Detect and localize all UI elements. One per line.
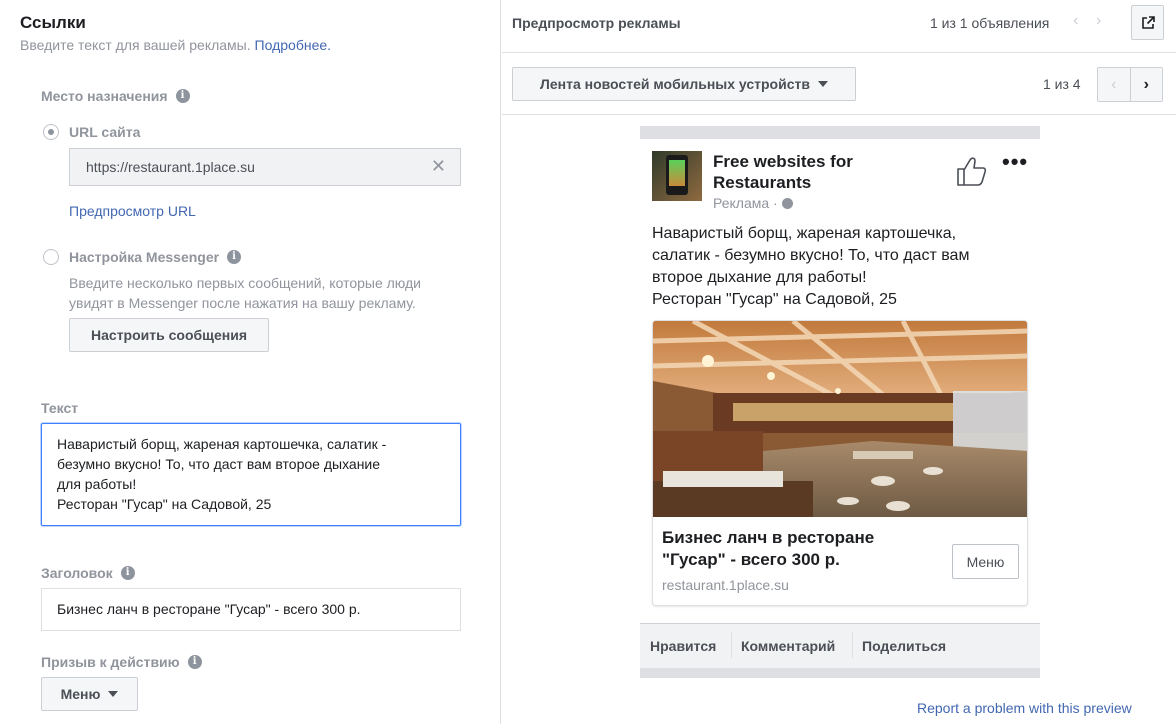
links-section-title: Ссылки: [20, 13, 86, 32]
info-icon[interactable]: i: [187, 655, 202, 669]
cta-select[interactable]: Меню: [41, 677, 138, 711]
placement-pager: ‹ ›: [1097, 67, 1163, 102]
link-card[interactable]: Бизнес ланч в ресторане "Гусар" - всего …: [652, 320, 1028, 606]
cta-label-text: Призыв к действию: [41, 654, 180, 670]
links-section-subtitle-text: Введите текст для вашей рекламы.: [20, 37, 251, 53]
headline-input[interactable]: Бизнес ланч в ресторане "Гусар" - всего …: [41, 588, 461, 631]
page-name: Free websites for Restaurants: [713, 152, 853, 192]
setup-messages-button[interactable]: Настроить сообщения: [69, 318, 269, 352]
website-url-input[interactable]: https://restaurant.1place.su ✕: [69, 148, 461, 186]
messenger-label-text: Настройка Messenger: [69, 249, 220, 265]
ad-body-text: Наваристый борщ, жареная картошечка, сал…: [652, 225, 970, 308]
messenger-description: Введите несколько первых сообщений, кото…: [69, 275, 421, 311]
prev-placement-button[interactable]: ‹: [1098, 68, 1131, 101]
divider: [502, 114, 1176, 115]
chevron-right-icon: ›: [1143, 75, 1149, 93]
sponsored-label: Реклама ·: [713, 195, 793, 211]
chevron-right-icon[interactable]: ›: [1096, 12, 1101, 30]
sponsored-text: Реклама ·: [713, 195, 778, 211]
destination-label: Место назначения i: [41, 88, 190, 104]
restaurant-photo: [653, 321, 1027, 517]
headline-label: Заголовок i: [41, 565, 135, 581]
preview-title: Предпросмотр рекламы: [512, 15, 681, 31]
divider: [731, 632, 732, 658]
card-cta-button[interactable]: Меню: [952, 544, 1019, 579]
destination-label-text: Место назначения: [41, 88, 168, 104]
text-label: Текст: [41, 400, 79, 416]
cta-label: Призыв к действию i: [41, 654, 202, 670]
card-headline: Бизнес ланч в ресторане "Гусар" - всего …: [662, 528, 875, 569]
preview-url-link[interactable]: Предпросмотр URL: [69, 203, 196, 219]
info-icon[interactable]: i: [227, 250, 242, 264]
placement-count: 1 из 4: [1043, 76, 1081, 92]
website-url-label: URL сайта: [69, 124, 141, 140]
divider: [502, 52, 1176, 53]
website-url-value: https://restaurant.1place.su: [86, 159, 255, 175]
website-url-radio[interactable]: [43, 124, 59, 140]
chevron-left-icon: ‹: [1111, 75, 1117, 93]
messenger-label: Настройка Messenger i: [69, 249, 242, 265]
placement-select[interactable]: Лента новостей мобильных устройств: [512, 67, 856, 101]
next-placement-button[interactable]: ›: [1130, 68, 1162, 101]
like-icon: [957, 157, 987, 186]
ad-text-textarea[interactable]: Наваристый борщ, жареная картошечка, сал…: [41, 423, 461, 526]
feed-bottom-bar: [640, 668, 1040, 678]
ad-editor-panel: Ссылки Введите текст для вашей рекламы. …: [0, 0, 501, 724]
ad-preview-panel: Предпросмотр рекламы 1 из 1 объявления ‹…: [502, 0, 1176, 724]
restaurant-photo-illustration: [653, 321, 1027, 517]
page-avatar: [652, 151, 702, 201]
caret-down-icon: [817, 81, 828, 87]
links-section-subtitle: Введите текст для вашей рекламы. Подробн…: [20, 37, 331, 53]
more-options-icon[interactable]: •••: [1002, 149, 1028, 175]
open-external-button[interactable]: [1131, 5, 1164, 40]
messenger-radio[interactable]: [43, 249, 59, 265]
headline-label-text: Заголовок: [41, 565, 113, 581]
like-action[interactable]: Нравится: [650, 638, 716, 654]
placement-value: Лента новостей мобильных устройств: [540, 76, 810, 92]
phone-screen: [669, 160, 685, 186]
ad-preview: Free websites for Restaurants Реклама · …: [640, 139, 1040, 623]
share-action[interactable]: Поделиться: [862, 638, 946, 654]
caret-down-icon: [108, 691, 119, 697]
divider: [852, 632, 853, 658]
chevron-left-icon[interactable]: ‹: [1073, 12, 1078, 30]
comment-action[interactable]: Комментарий: [741, 638, 835, 654]
external-link-icon: [1141, 15, 1155, 29]
globe-icon: [781, 197, 793, 209]
learn-more-link[interactable]: Подробнее.: [255, 37, 332, 53]
cta-selected-value: Меню: [60, 686, 101, 702]
feed-top-bar: [640, 126, 1040, 139]
card-domain: restaurant.1place.su: [662, 577, 789, 593]
clear-icon[interactable]: ✕: [431, 156, 446, 177]
ad-count: 1 из 1 объявления: [930, 15, 1050, 31]
info-icon[interactable]: i: [120, 566, 135, 580]
info-icon[interactable]: i: [175, 89, 190, 103]
report-problem-link[interactable]: Report a problem with this preview: [917, 700, 1132, 716]
